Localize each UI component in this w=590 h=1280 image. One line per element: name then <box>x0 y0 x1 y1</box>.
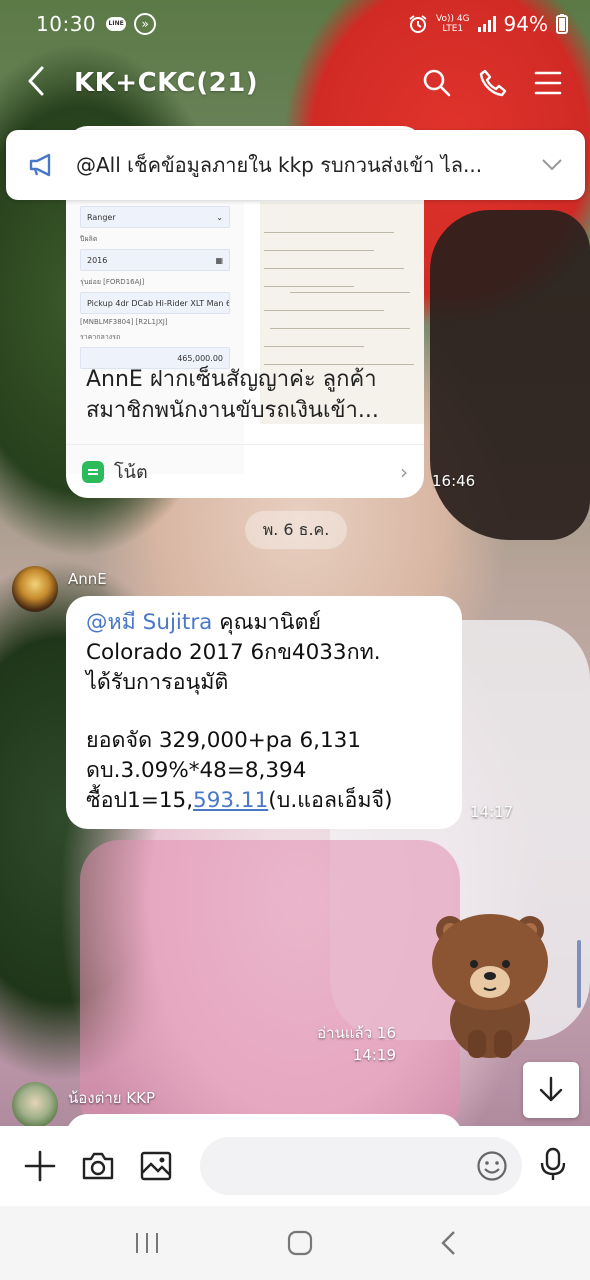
phone-icon[interactable] <box>478 68 508 98</box>
note-image-form: Ranger ⌄ ปีผลิต 2016 ▦ รุ่นย่อย [FORD16AJ]… <box>66 202 244 474</box>
voice-message-button[interactable] <box>540 1147 566 1185</box>
system-navigation-bar <box>0 1206 590 1280</box>
phone-number-link[interactable]: 593.11 <box>193 788 268 813</box>
network-indicator: Vo)) 4G LTE1 <box>435 14 470 34</box>
chevron-down-icon[interactable] <box>541 158 563 172</box>
form-year-field: 2016 ▦ <box>80 249 230 271</box>
scroll-to-bottom-button[interactable] <box>523 1062 579 1118</box>
signal-icon <box>477 16 496 32</box>
arrow-down-icon <box>539 1076 563 1102</box>
chat-title[interactable]: KK+CKC(21) <box>74 68 258 98</box>
image-icon <box>140 1151 172 1181</box>
system-back-icon[interactable] <box>440 1230 456 1256</box>
megaphone-icon <box>29 153 51 177</box>
camera-icon <box>82 1152 114 1180</box>
form-variant-field: Pickup 4dr DCab Hi-Rider XLT Man 6sp ...… <box>80 292 230 314</box>
mention-link[interactable]: @หมี Sujitra <box>86 610 212 635</box>
brown-bear-sticker[interactable] <box>428 902 552 1062</box>
announcement-banner[interactable]: @All เช็คข้อมูลภายใน kkp รบกวนส่งเข้า ไล… <box>6 130 585 200</box>
text-message-bubble[interactable]: @หมี Sujitra คุณมานิตย์ Colorado 2017 6ก… <box>66 596 462 829</box>
note-label: โน้ต <box>114 462 148 483</box>
message-time: 16:46 <box>432 472 476 490</box>
note-images[interactable]: Ranger ⌄ ปีผลิต 2016 ▦ รุ่นย่อย [FORD16AJ]… <box>66 202 424 474</box>
chat-header: KK+CKC(21) <box>0 50 590 116</box>
scrollbar[interactable] <box>577 940 581 1008</box>
message-input-bar <box>0 1126 590 1206</box>
status-time: 10:30 <box>36 12 97 36</box>
battery-icon <box>556 14 568 34</box>
data-saver-icon: » <box>134 13 157 35</box>
message-input[interactable] <box>200 1137 522 1195</box>
add-button[interactable] <box>22 1148 58 1184</box>
home-icon[interactable] <box>287 1230 313 1256</box>
status-bar: 10:30 LINE » Vo)) 4G LTE1 94% <box>0 0 590 48</box>
message-time: 14:17 <box>470 803 514 821</box>
emoji-icon[interactable] <box>476 1150 508 1182</box>
plus-icon <box>24 1150 56 1182</box>
line-notification-icon: LINE <box>106 17 127 31</box>
note-icon <box>82 460 104 483</box>
gallery-button[interactable] <box>138 1148 174 1184</box>
back-arrow-icon <box>28 66 44 96</box>
microphone-icon <box>540 1147 566 1180</box>
alarm-icon <box>409 15 427 33</box>
form-model-field: Ranger ⌄ <box>80 206 230 228</box>
announcement-text: @All เช็คข้อมูลภายใน kkp รบกวนส่งเข้า ไล… <box>76 153 483 177</box>
sender-name: AnnE <box>68 570 107 588</box>
search-icon[interactable] <box>422 68 452 98</box>
read-receipt: อ่านแล้ว 16 14:19 <box>317 1024 396 1064</box>
camera-button[interactable] <box>80 1148 116 1184</box>
battery-level: 94% <box>503 12 548 36</box>
avatar[interactable] <box>12 566 58 612</box>
date-separator: พ. 6 ธ.ค. <box>245 511 347 549</box>
avatar[interactable] <box>12 1082 58 1128</box>
back-button[interactable] <box>26 65 60 101</box>
recent-apps-icon[interactable] <box>134 1231 160 1255</box>
note-footer[interactable]: โน้ต › <box>66 444 424 498</box>
chevron-right-icon: › <box>400 459 408 484</box>
note-caption: AnnE ฝากเซ็นสัญญาค่ะ ลูกค้า สมาชิกพนักงา… <box>86 367 379 423</box>
menu-icon[interactable] <box>534 70 562 96</box>
sender-name: น้องต่าย KKP <box>68 1089 156 1107</box>
